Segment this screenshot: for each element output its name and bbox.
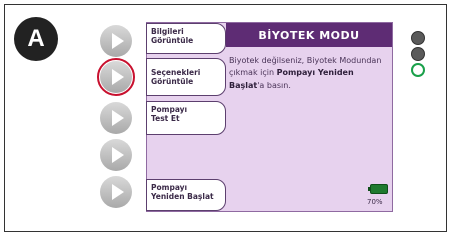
tab-label-line2: Görüntüle bbox=[151, 77, 194, 87]
instruction-message: Biyotek değilseniz, Biyotek Modundan çık… bbox=[229, 55, 391, 92]
figure-label-badge: A bbox=[14, 17, 58, 61]
tab-label-line1: Bilgileri bbox=[151, 27, 184, 36]
tab-label-line1: Pompayı bbox=[151, 183, 188, 192]
tab-label-line2: Yeniden Başlat bbox=[151, 192, 214, 202]
battery-percent: 70% bbox=[367, 198, 383, 206]
tab-label-line1: Seçenekleri bbox=[151, 68, 201, 77]
status-light-3 bbox=[411, 63, 425, 77]
message-text-2: 'a basın. bbox=[257, 80, 291, 90]
view-info-play-button[interactable] bbox=[100, 25, 132, 57]
tab-label-line2: Görüntüle bbox=[151, 36, 194, 46]
screen-title: BİYOTEK MODU bbox=[226, 23, 392, 47]
extra-play-button[interactable] bbox=[100, 139, 132, 171]
tab-view-info[interactable]: Bilgileri Görüntüle bbox=[146, 23, 226, 54]
test-pump-play-button[interactable] bbox=[100, 102, 132, 134]
restart-pump-play-button[interactable] bbox=[100, 176, 132, 208]
battery-icon bbox=[368, 184, 388, 194]
tab-label-line2: Test Et bbox=[151, 114, 180, 124]
view-options-play-button[interactable] bbox=[100, 61, 132, 93]
tab-view-options[interactable]: Seçenekleri Görüntüle bbox=[146, 58, 226, 96]
tab-restart-pump[interactable]: Pompayı Yeniden Başlat bbox=[146, 179, 226, 211]
status-light-2 bbox=[411, 47, 425, 61]
status-light-1 bbox=[411, 31, 425, 45]
tab-label-line1: Pompayı bbox=[151, 105, 188, 114]
tab-test-pump[interactable]: Pompayı Test Et bbox=[146, 101, 226, 135]
